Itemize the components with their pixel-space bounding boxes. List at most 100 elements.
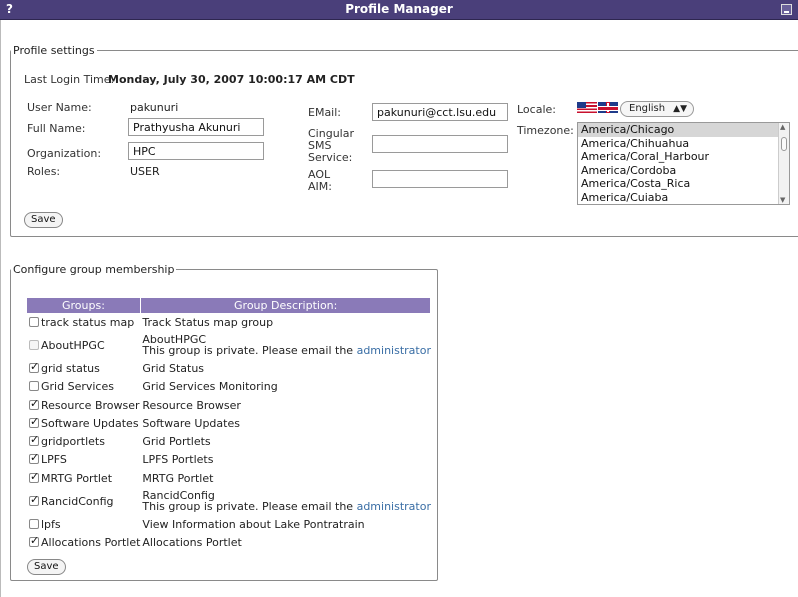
full-name-field[interactable] [128,118,264,136]
scroll-up-icon[interactable]: ▲ [780,123,785,131]
full-name-label: Full Name: [27,122,86,135]
administrator-link[interactable]: administrator [357,344,431,357]
group-name-cell: lpfs [27,515,140,533]
group-checkbox[interactable] [29,415,39,428]
group-name: Allocations Portlet [41,536,141,550]
title-bar: ? Profile Manager [0,0,798,20]
profile-settings-legend: Profile settings [13,44,95,57]
group-description: LPFS Portlets [142,453,214,467]
group-checkbox[interactable] [29,470,39,483]
group-description: Grid Portlets [142,435,211,449]
administrator-link[interactable]: administrator [357,500,431,513]
group-checkbox[interactable] [29,534,39,548]
group-name: LPFS [41,453,67,467]
group-name-cell: MRTG Portlet [27,469,140,487]
group-checkbox[interactable] [29,316,39,327]
locale-select[interactable]: English ▲▼ [620,101,694,117]
group-checkbox[interactable] [29,493,39,506]
group-description-cell: Grid Portlets [140,432,431,450]
group-description-cell: Grid Status [140,359,431,377]
groups-table: Groups: Group Description: track status … [27,298,432,552]
roles-label: Roles: [27,165,61,178]
scroll-thumb[interactable] [781,137,787,151]
group-name-cell: Allocations Portlet [27,534,140,552]
last-login-value: Monday, July 30, 2007 10:00:17 AM CDT [108,73,355,86]
group-name-cell: AboutHPGC [27,331,140,359]
uk-flag-icon[interactable] [598,102,618,113]
table-row: Allocations PortletAllocations Portlet [27,534,431,552]
group-name: Software Updates [41,416,139,430]
left-border [0,20,1,597]
description-column-header: Group Description: [140,298,432,313]
timezone-listbox[interactable]: America/Chicago America/Chihuahua Americ… [577,122,790,205]
group-name-cell: gridportlets [27,432,140,450]
last-login-label: Last Login Time: [24,73,115,86]
group-description: Grid Services Monitoring [142,380,278,394]
table-row: RancidConfig RancidConfigThis group is pr… [27,487,431,515]
group-name: lpfs [41,518,61,532]
organization-field[interactable] [128,142,264,160]
group-membership-panel: Configure group membership Groups: Group… [10,263,438,581]
group-description-cell: Software Updates [140,414,431,432]
group-description-cell: Resource Browser [140,396,431,414]
group-name: Grid Services [41,380,114,394]
roles-value: USER [130,165,160,178]
group-description: Software Updates [142,416,240,430]
table-row: track status map Track Status map group [27,313,431,331]
group-name-cell: Grid Services [27,378,140,396]
timezone-option[interactable]: America/Cuiaba [578,191,789,205]
sms-label-3: Service: [308,151,353,164]
us-flag-icon[interactable] [577,102,597,113]
group-name-cell: LPFS [27,451,140,469]
group-checkbox[interactable] [29,381,39,392]
table-row: LPFS LPFS Portlets [27,451,431,469]
window-title: Profile Manager [345,2,453,16]
timezone-option[interactable]: America/Cordoba [578,164,789,178]
group-description-cell: Allocations Portlet [140,534,431,552]
minimize-icon[interactable] [781,4,792,15]
group-description: Resource Browser [142,398,241,412]
sms-service-field[interactable] [372,135,508,153]
group-checkbox[interactable] [29,451,39,465]
group-description: Track Status map group [142,315,274,329]
group-description-cell: MRTG Portlet [140,469,431,487]
aim-field[interactable] [372,170,508,188]
timezone-scrollbar[interactable]: ▲ ▼ [778,123,789,204]
user-name-value: pakunuri [130,101,179,114]
group-checkbox[interactable] [29,433,39,447]
group-description-cell: RancidConfig This group is private. Pleas… [140,487,431,515]
group-name: RancidConfig [41,494,114,508]
user-name-label: User Name: [27,101,92,114]
group-description: Grid Status [142,361,205,375]
private-group-note: This group is private. Please email the [142,344,357,358]
group-name: grid status [41,361,100,375]
group-checkbox [29,339,39,350]
group-name: track status map [41,315,135,329]
group-description: View Information about Lake Pontratrain [142,518,365,532]
group-checkbox[interactable] [29,360,39,373]
groups-column-header: Groups: [27,298,141,313]
table-row: Grid Services Grid Services Monitoring [27,378,431,396]
group-name: gridportlets [41,435,105,449]
timezone-option[interactable]: America/Costa_Rica [578,177,789,191]
group-description-cell: AboutHPGC This group is private. Please e… [140,331,431,359]
timezone-option[interactable]: America/Chicago [578,123,789,137]
groups-save-button[interactable]: Save [27,559,66,575]
group-checkbox[interactable] [29,397,39,410]
scroll-down-icon[interactable]: ▼ [780,196,785,204]
group-description: Allocations Portlet [142,536,242,550]
aim-label-2: AIM: [308,180,332,193]
timezone-label: Timezone: [517,124,574,137]
timezone-option[interactable]: America/Chihuahua [578,137,789,151]
table-row: gridportlets Grid Portlets [27,432,431,450]
timezone-option[interactable]: America/Coral_Harbour [578,150,789,164]
profile-save-button[interactable]: Save [24,212,63,228]
locale-label: Locale: [517,103,556,116]
table-row: Resource BrowserResource Browser [27,396,431,414]
group-name-cell: grid status [27,359,140,377]
group-description: MRTG Portlet [142,471,214,485]
group-checkbox[interactable] [29,519,39,530]
group-description-cell: Track Status map group [140,313,431,331]
email-field[interactable] [372,103,508,121]
private-group-note: This group is private. Please email the [142,500,357,514]
